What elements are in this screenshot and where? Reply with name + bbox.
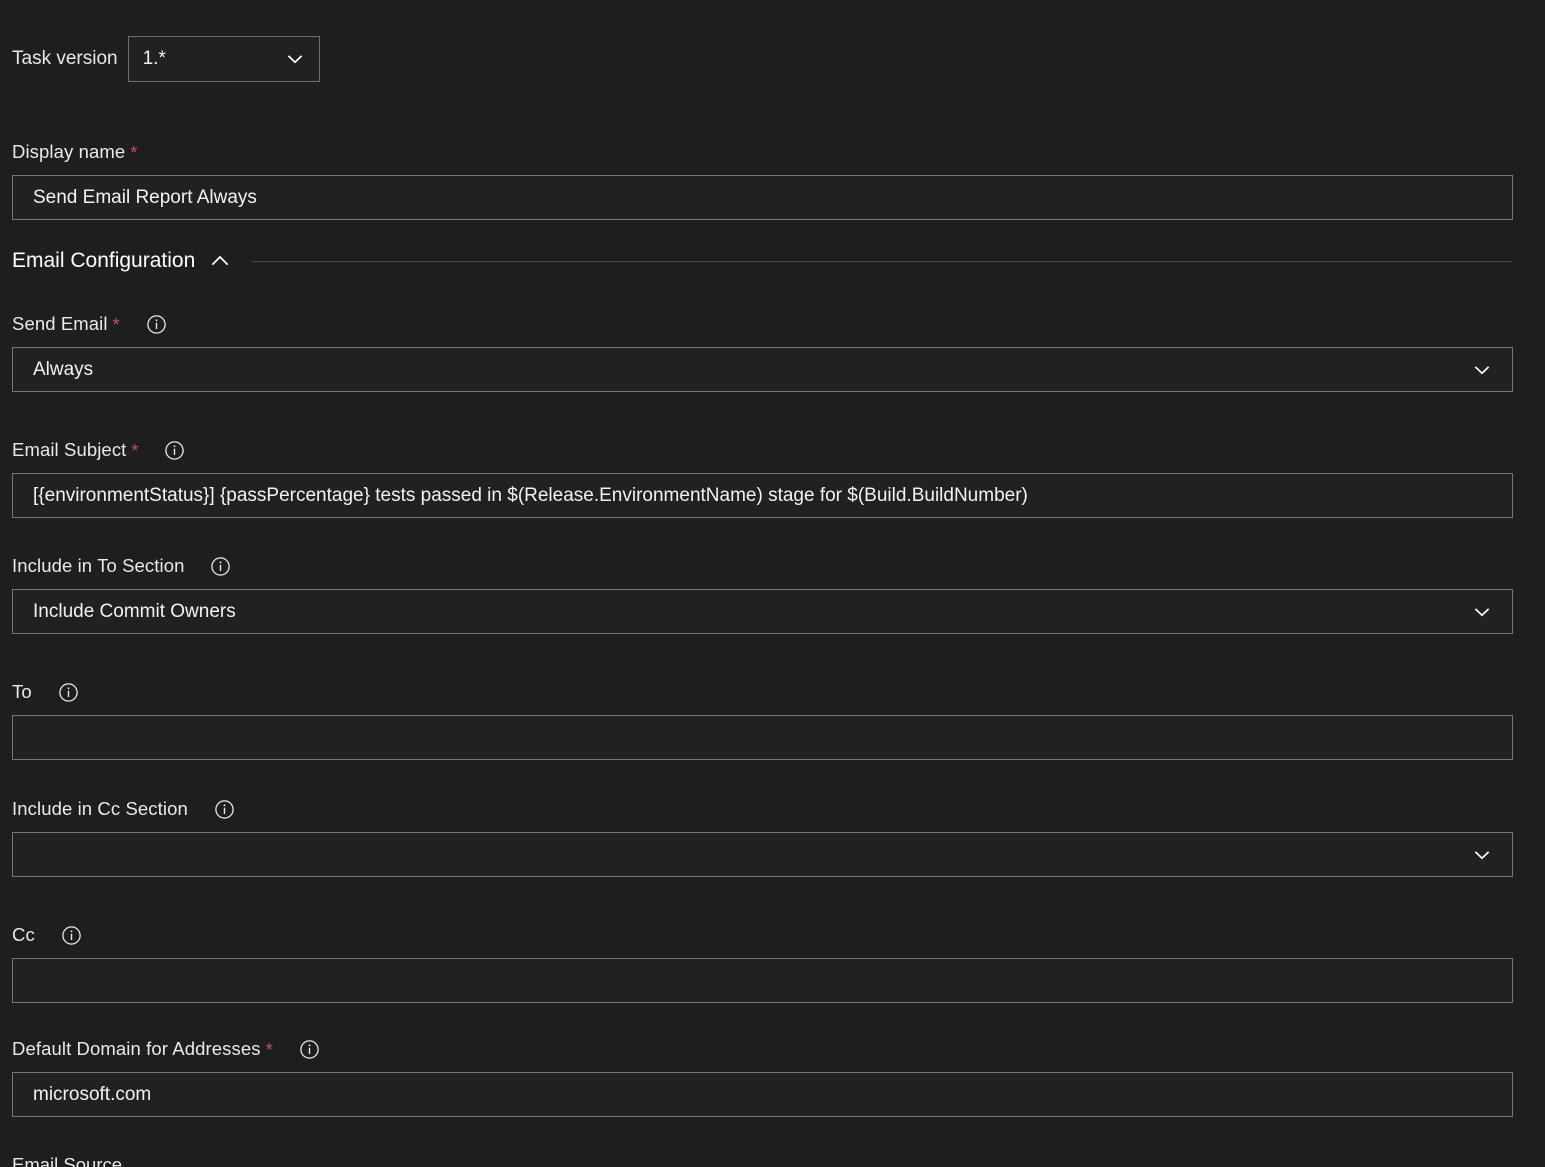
task-version-dropdown[interactable]: 1.* bbox=[127, 36, 320, 82]
send-email-dropdown[interactable]: Always bbox=[12, 347, 1513, 392]
section-divider bbox=[251, 260, 1513, 262]
info-icon[interactable] bbox=[58, 682, 79, 703]
chevron-down-icon bbox=[1470, 358, 1494, 382]
display-name-field: Display name * Send Email Report Always bbox=[12, 139, 1513, 220]
task-version-label: Task version bbox=[12, 48, 118, 69]
include-in-to-section-dropdown[interactable]: Include Commit Owners bbox=[12, 589, 1513, 634]
include-in-to-section-value: Include Commit Owners bbox=[33, 600, 236, 622]
info-icon[interactable] bbox=[214, 799, 235, 820]
chevron-down-icon bbox=[1470, 843, 1494, 867]
send-email-field: Send Email * Always bbox=[12, 311, 1513, 392]
default-domain-input[interactable]: microsoft.com bbox=[12, 1072, 1513, 1117]
task-version-row: Task version 1.* bbox=[12, 36, 320, 82]
include-in-to-section-field: Include in To Section Include Commit Own… bbox=[12, 553, 1513, 634]
chevron-down-icon bbox=[1470, 600, 1494, 624]
info-icon[interactable] bbox=[164, 440, 185, 461]
info-icon[interactable] bbox=[146, 314, 167, 335]
info-icon[interactable] bbox=[61, 925, 82, 946]
display-name-label: Display name bbox=[12, 141, 126, 162]
to-input[interactable] bbox=[12, 715, 1513, 760]
required-marker: * bbox=[130, 143, 138, 163]
default-domain-field: Default Domain for Addresses * microsoft… bbox=[12, 1036, 1513, 1117]
email-subject-value: [{environmentStatus}] {passPercentage} t… bbox=[33, 484, 1028, 506]
email-subject-input[interactable]: [{environmentStatus}] {passPercentage} t… bbox=[12, 473, 1513, 518]
send-email-label: Send Email bbox=[12, 313, 108, 334]
to-label: To bbox=[12, 681, 32, 702]
send-email-label-row: Send Email * bbox=[12, 311, 1513, 337]
include-in-to-section-label-row: Include in To Section bbox=[12, 553, 1513, 579]
default-domain-label: Default Domain for Addresses bbox=[12, 1038, 261, 1059]
include-in-to-section-label: Include in To Section bbox=[12, 555, 185, 576]
task-configuration-panel: Task version 1.* Display name * Send Ema… bbox=[0, 0, 1545, 1167]
cc-field: Cc bbox=[12, 922, 1513, 1003]
next-field-label-partial: Email Source bbox=[12, 1154, 123, 1167]
default-domain-value: microsoft.com bbox=[33, 1083, 152, 1105]
info-icon[interactable] bbox=[299, 1039, 320, 1060]
task-version-value: 1.* bbox=[142, 48, 166, 69]
to-label-row: To bbox=[12, 679, 1513, 705]
display-name-label-row: Display name * bbox=[12, 139, 1513, 165]
include-in-cc-section-field: Include in Cc Section bbox=[12, 796, 1513, 877]
required-marker: * bbox=[112, 315, 120, 335]
email-subject-label: Email Subject bbox=[12, 439, 127, 460]
include-in-cc-section-dropdown[interactable] bbox=[12, 832, 1513, 877]
display-name-value: Send Email Report Always bbox=[33, 186, 257, 208]
section-title: Email Configuration bbox=[12, 249, 196, 272]
include-in-cc-section-label: Include in Cc Section bbox=[12, 798, 188, 819]
email-subject-field: Email Subject * [{environmentStatus}] {p… bbox=[12, 437, 1513, 518]
email-subject-label-row: Email Subject * bbox=[12, 437, 1513, 463]
info-icon[interactable] bbox=[210, 556, 231, 577]
chevron-up-icon[interactable] bbox=[207, 248, 233, 274]
display-name-input[interactable]: Send Email Report Always bbox=[12, 175, 1513, 220]
cc-input[interactable] bbox=[12, 958, 1513, 1003]
cc-label: Cc bbox=[12, 924, 35, 945]
to-field: To bbox=[12, 679, 1513, 760]
required-marker: * bbox=[131, 441, 139, 461]
cc-label-row: Cc bbox=[12, 922, 1513, 948]
include-in-cc-section-label-row: Include in Cc Section bbox=[12, 796, 1513, 822]
chevron-down-icon bbox=[283, 47, 307, 71]
send-email-value: Always bbox=[33, 358, 94, 380]
default-domain-label-row: Default Domain for Addresses * bbox=[12, 1036, 1513, 1062]
email-configuration-section-header: Email Configuration bbox=[12, 246, 1513, 276]
required-marker: * bbox=[265, 1040, 273, 1060]
